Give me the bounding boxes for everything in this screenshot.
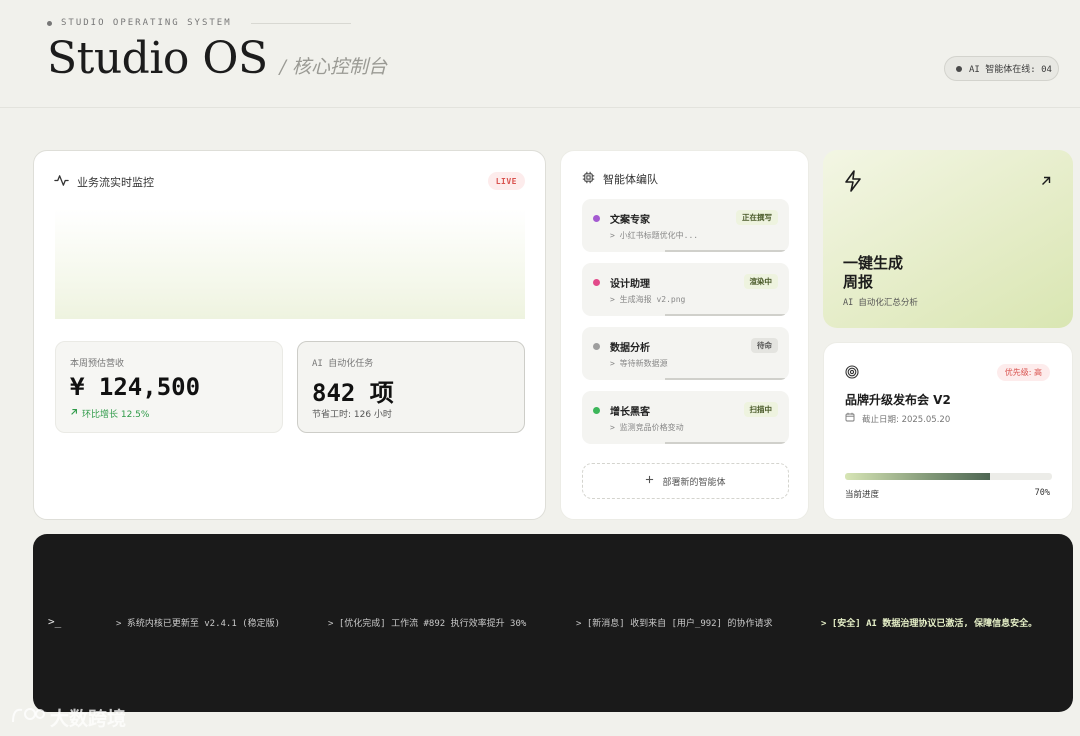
agent-name: 数据分析 (610, 343, 650, 354)
page-title-main: Studio OS (47, 33, 268, 84)
agents-online-badge[interactable]: AI 智能体在线: 04 (944, 56, 1059, 81)
revenue-value: ¥ 124,500 (70, 373, 201, 401)
agent-status-badge: 正在撰写 (736, 210, 778, 225)
squad-title: 智能体编队 (582, 171, 658, 187)
project-deadline: 截止日期: 2025.05.20 (845, 412, 950, 425)
progress-label: 当前进度 (845, 490, 880, 500)
watermark-logo-icon (10, 704, 46, 731)
generate-title-line2: 周报 (843, 273, 874, 291)
agent-status-badge: 待命 (751, 338, 778, 353)
tasks-value: 842 项 (312, 379, 394, 407)
system-log-terminal: >_ > 系统内核已更新至 v2.4.1 (稳定版) > [优化完成] 工作流 … (33, 534, 1073, 712)
agent-row[interactable]: 数据分析 > 等待新数据源 待命 (582, 327, 789, 380)
agent-status-badge: 扫描中 (743, 402, 778, 417)
workflow-monitor-card: 业务流实时监控 LIVE 本周预估营收 ¥ 124,500 环比增长 12.5%… (33, 150, 546, 520)
terminal-prompt: >_ (48, 615, 62, 628)
monitor-title-text: 业务流实时监控 (77, 176, 154, 189)
agent-progress-line (665, 378, 785, 380)
agent-name: 设计助理 (610, 279, 650, 290)
agent-status-dot (593, 215, 600, 222)
generate-subtitle: AI 自动化汇总分析 (843, 298, 918, 308)
log-entry-highlight: > [安全] AI 数据治理协议已激活, 保障信息安全。 (821, 619, 1038, 629)
page-title: Studio OS / 核心控制台 (47, 33, 387, 84)
revenue-growth: 环比增长 12.5% (70, 407, 149, 420)
kicker-rule (250, 22, 351, 24)
agent-status-dot (593, 343, 600, 350)
agent-row[interactable]: 设计助理 > 生成海报 v2.png 渲染中 (582, 263, 789, 316)
agent-progress-line (665, 250, 785, 252)
agent-progress-line (665, 442, 785, 444)
kicker-text: STUDIO OPERATING SYSTEM (61, 18, 232, 28)
agent-row[interactable]: 文案专家 > 小红书标题优化中... 正在撰写 (582, 199, 789, 252)
page-header: STUDIO OPERATING SYSTEM Studio OS / 核心控制… (0, 0, 1080, 108)
agent-status-badge: 渲染中 (743, 274, 778, 289)
project-name: 品牌升级发布会 V2 (845, 393, 951, 407)
cpu-icon (582, 171, 595, 187)
agent-task: > 等待新数据源 (610, 359, 668, 368)
kicker: STUDIO OPERATING SYSTEM (47, 18, 351, 28)
arrow-up-right-icon[interactable] (1041, 171, 1051, 190)
agent-status-dot (593, 407, 600, 414)
progress-bar (845, 473, 1052, 480)
progress-value: 70% (1034, 488, 1050, 498)
revenue-label: 本周预估营收 (70, 359, 125, 369)
generate-title: 一键生成 周报 (843, 254, 903, 292)
watermark: 大数跨境 (10, 704, 126, 731)
monitor-title: 业务流实时监控 (54, 173, 154, 191)
progress-bar-fill (845, 473, 990, 480)
agent-squad-card: 智能体编队 文案专家 > 小红书标题优化中... 正在撰写设计助理 > 生成海报 v2… (560, 150, 809, 520)
agent-name: 文案专家 (610, 215, 650, 226)
squad-title-text: 智能体编队 (603, 173, 658, 186)
project-card[interactable]: 优先级: 高 品牌升级发布会 V2 截止日期: 2025.05.20 当前进度 … (823, 342, 1073, 520)
tasks-note: 节省工时: 126 小时 (312, 410, 392, 420)
deploy-agent-button[interactable]: 部署新的智能体 (582, 463, 789, 499)
agent-status-dot (593, 279, 600, 286)
automation-tasks-stat[interactable]: AI 自动化任务 842 项 节省工时: 126 小时 (297, 341, 525, 433)
live-badge: LIVE (487, 172, 525, 190)
page-title-sub: / 核心控制台 (279, 56, 388, 78)
monitor-chart-area (55, 209, 525, 319)
lightning-icon (843, 170, 863, 196)
revenue-stat[interactable]: 本周预估营收 ¥ 124,500 环比增长 12.5% (55, 341, 283, 433)
watermark-text: 大数跨境 (50, 708, 127, 730)
generate-report-card[interactable]: 一键生成 周报 AI 自动化汇总分析 (823, 150, 1073, 328)
arrow-up-right-icon (70, 408, 78, 419)
kicker-dot (47, 20, 52, 26)
agent-task: > 生成海报 v2.png (610, 295, 686, 304)
agent-row[interactable]: 增长黑客 > 监测竞品价格变动 扫描中 (582, 391, 789, 444)
revenue-growth-text: 环比增长 12.5% (82, 410, 150, 420)
log-entry: > [优化完成] 工作流 #892 执行效率提升 30% (328, 619, 527, 629)
plus-icon (645, 475, 654, 487)
activity-icon (54, 173, 69, 191)
project-deadline-text: 截止日期: 2025.05.20 (862, 414, 951, 425)
deploy-agent-label: 部署新的智能体 (662, 477, 726, 488)
agent-task: > 监测竞品价格变动 (610, 423, 684, 432)
target-icon (845, 364, 859, 383)
agent-name: 增长黑客 (610, 407, 650, 418)
tasks-label: AI 自动化任务 (312, 359, 374, 369)
online-dot (956, 65, 962, 72)
priority-badge: 优先级: 高 (996, 364, 1050, 381)
online-text: AI 智能体在线: 04 (969, 65, 1052, 75)
generate-title-line1: 一键生成 (843, 254, 904, 272)
agent-progress-line (665, 314, 785, 316)
agent-task: > 小红书标题优化中... (610, 231, 699, 240)
log-entry: > 系统内核已更新至 v2.4.1 (稳定版) (116, 619, 281, 629)
calendar-icon (845, 412, 855, 425)
log-entry: > [新消息] 收到来自 [用户_992] 的协作请求 (576, 619, 773, 629)
